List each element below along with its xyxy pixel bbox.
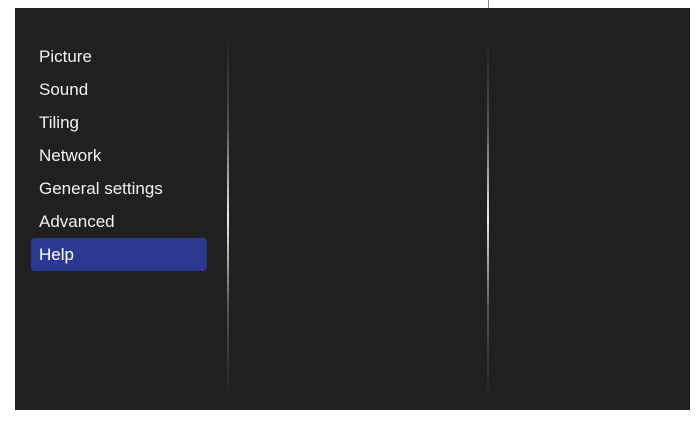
column-divider-right <box>487 38 489 398</box>
menu-item-advanced[interactable]: Advanced <box>31 205 207 238</box>
menu-item-help[interactable]: Help <box>31 238 207 271</box>
main-menu: Picture Sound Tiling Network General set… <box>31 40 207 271</box>
submenu-panel <box>231 38 485 398</box>
osd-screen: Picture Sound Tiling Network General set… <box>15 8 690 410</box>
menu-item-picture[interactable]: Picture <box>31 40 207 73</box>
detail-panel <box>491 38 681 398</box>
menu-item-sound[interactable]: Sound <box>31 73 207 106</box>
top-edge-marker <box>488 0 489 8</box>
menu-item-network[interactable]: Network <box>31 139 207 172</box>
menu-item-general-settings[interactable]: General settings <box>31 172 207 205</box>
menu-item-tiling[interactable]: Tiling <box>31 106 207 139</box>
column-divider-left <box>227 38 229 398</box>
